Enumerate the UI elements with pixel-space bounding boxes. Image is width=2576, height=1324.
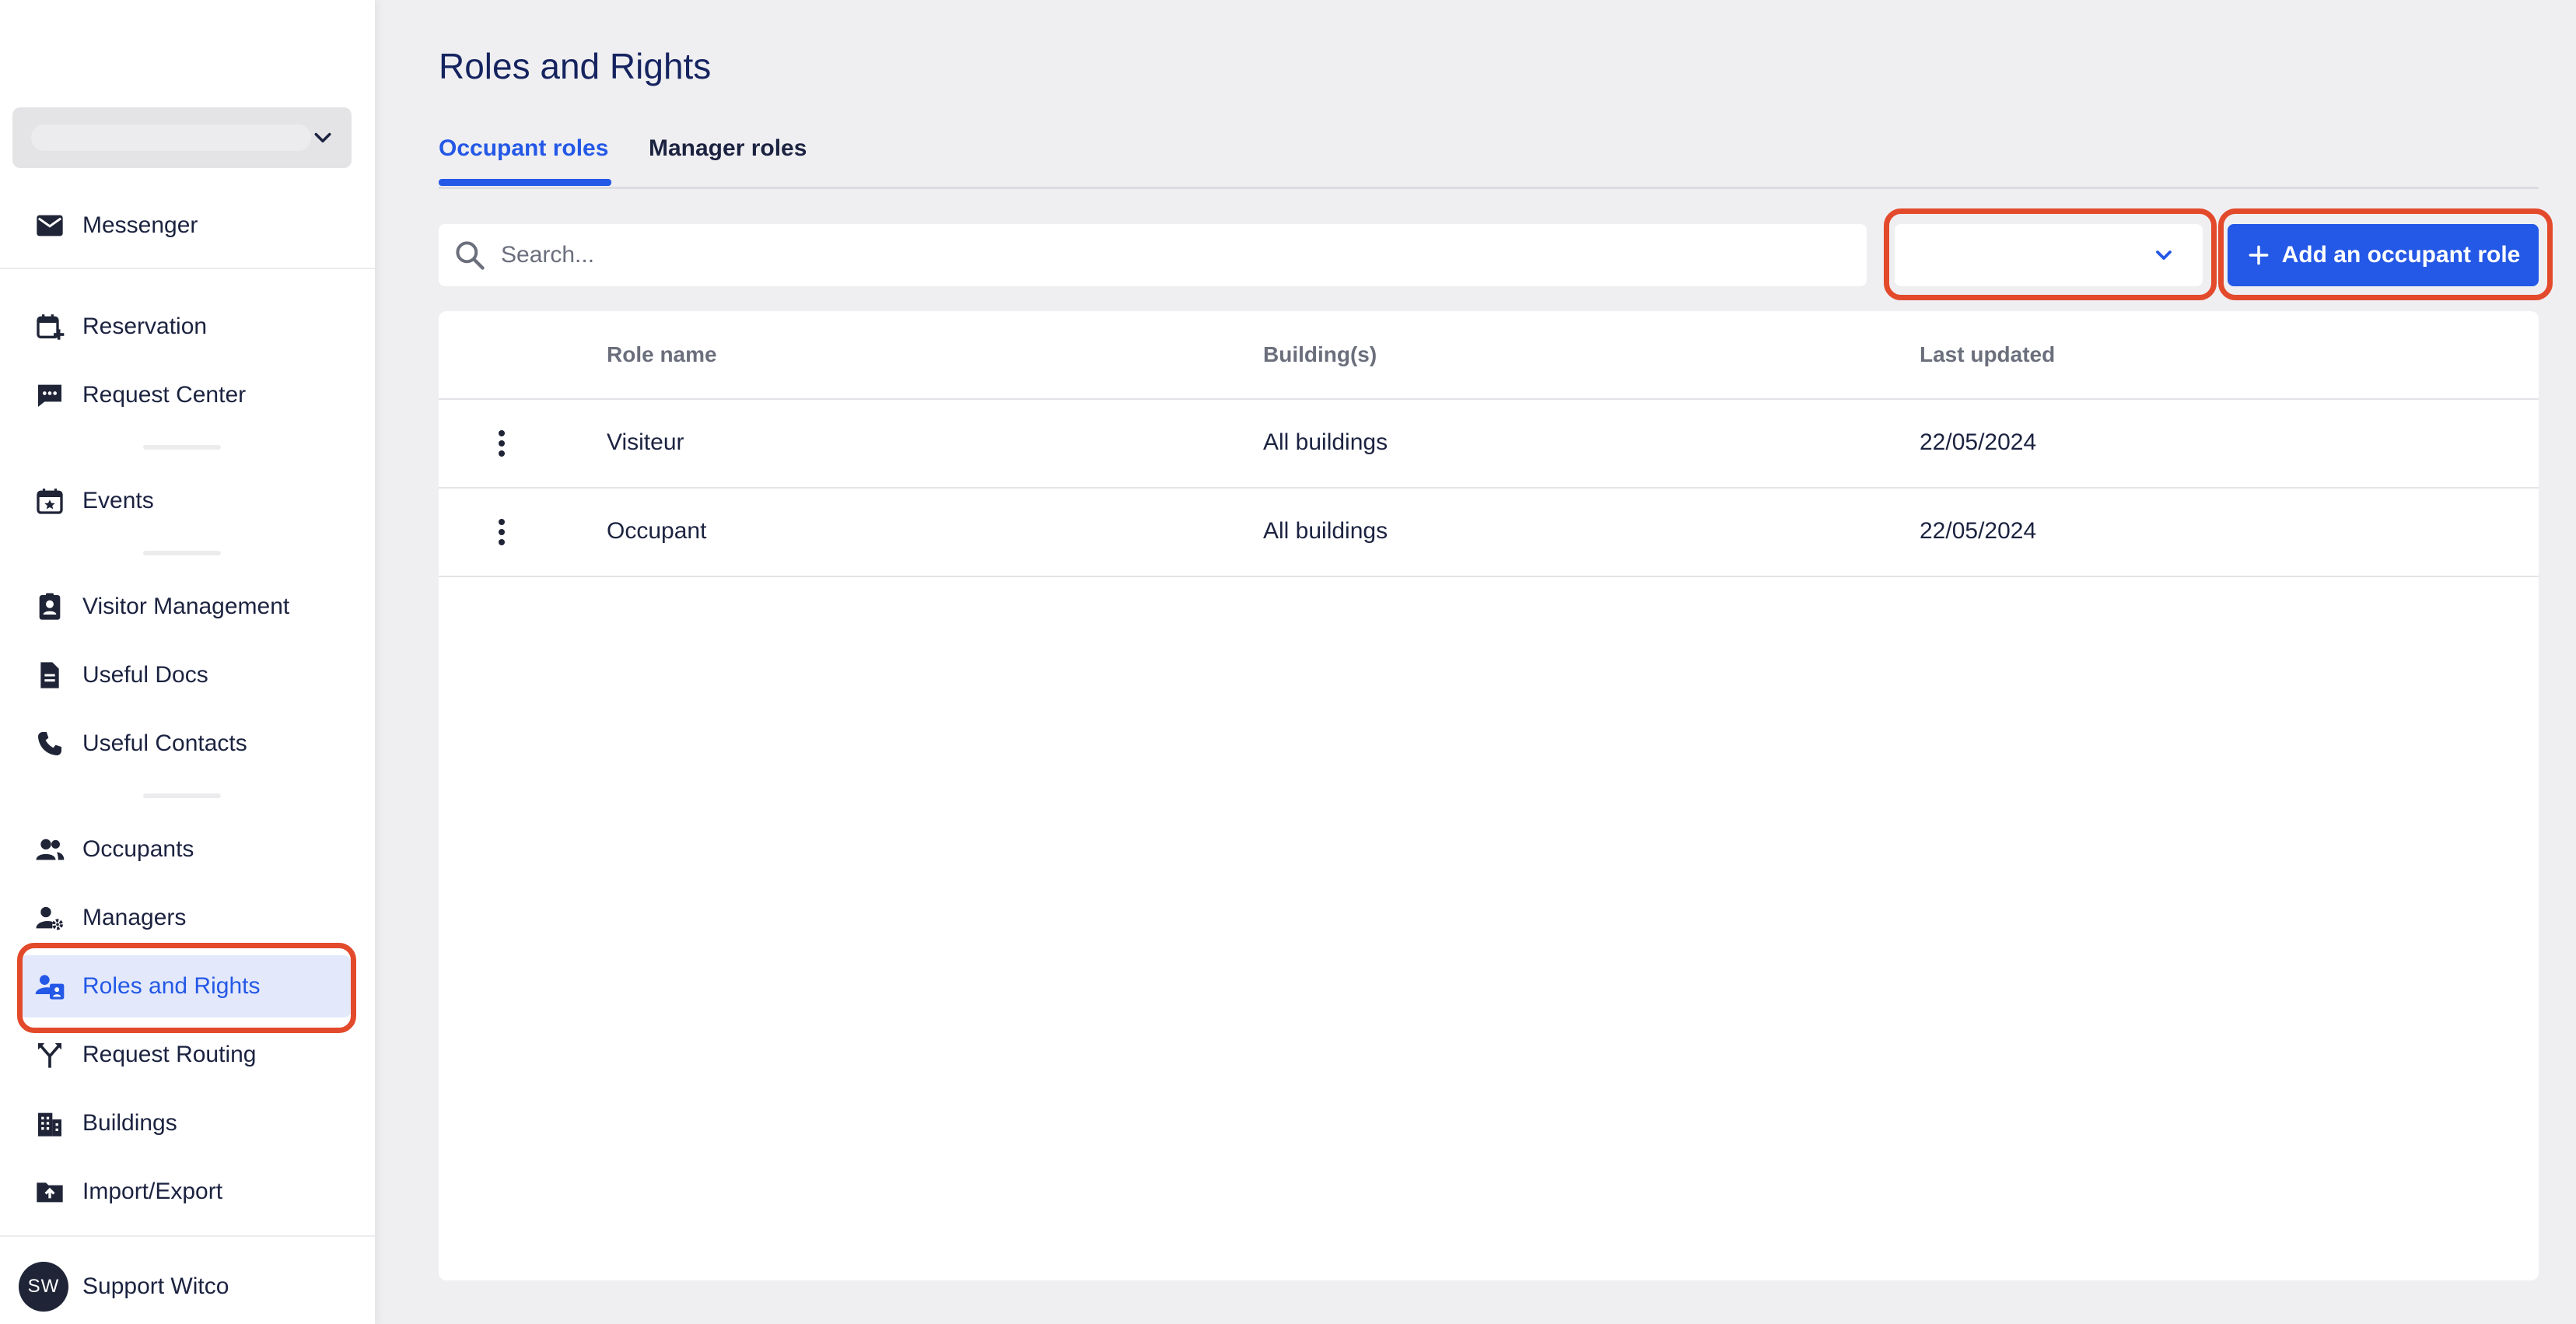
sidebar-item-useful-docs[interactable]: Useful Docs xyxy=(19,644,352,706)
column-header-last-updated[interactable]: Last updated xyxy=(1920,342,2055,367)
visitor-badge-icon xyxy=(33,590,67,624)
tab-occupant-roles[interactable]: Occupant roles xyxy=(439,135,608,162)
roles-table: Role name Building(s) Last updated Visit… xyxy=(439,311,2539,1280)
active-tab-indicator xyxy=(439,179,611,186)
sidebar-item-label: Request Routing xyxy=(82,1042,257,1067)
tab-manager-roles[interactable]: Manager roles xyxy=(649,135,807,162)
cell-buildings: All buildings xyxy=(1263,429,1388,455)
table-header: Role name Building(s) Last updated xyxy=(439,311,2539,400)
sidebar-item-label: Buildings xyxy=(82,1110,177,1136)
sidebar-item-visitor-management[interactable]: Visitor Management xyxy=(19,576,352,638)
tab-bar: Occupant roles Manager roles xyxy=(439,131,2539,189)
sidebar-item-roles-and-rights[interactable]: Roles and Rights xyxy=(19,955,352,1018)
organization-select[interactable] xyxy=(12,107,352,168)
calendar-plus-icon xyxy=(33,310,67,344)
sidebar-item-buildings[interactable]: Buildings xyxy=(19,1092,352,1154)
envelope-icon xyxy=(33,208,67,243)
cell-buildings: All buildings xyxy=(1263,518,1388,544)
sidebar-item-messenger[interactable]: Messenger xyxy=(19,194,352,257)
nav-divider xyxy=(0,1235,375,1237)
sidebar-item-import-export[interactable]: Import/Export xyxy=(19,1161,352,1223)
column-header-role-name[interactable]: Role name xyxy=(607,342,717,367)
search-input[interactable] xyxy=(499,241,1825,269)
sidebar-item-label: Messenger xyxy=(82,212,198,238)
sidebar-item-events[interactable]: Events xyxy=(19,470,352,532)
user-profile[interactable]: SW Support Witco xyxy=(19,1257,229,1316)
sidebar-item-label: Useful Contacts xyxy=(82,730,247,756)
avatar: SW xyxy=(19,1262,68,1312)
sidebar-item-reservation[interactable]: Reservation xyxy=(19,296,352,358)
cell-role-name: Visiteur xyxy=(607,429,684,455)
document-icon xyxy=(33,658,67,692)
page-title: Roles and Rights xyxy=(439,46,712,86)
organization-select-placeholder xyxy=(31,124,311,151)
search-icon xyxy=(456,241,485,270)
routing-icon xyxy=(33,1038,67,1072)
building-filter-select[interactable] xyxy=(1895,224,2203,286)
cell-role-name: Occupant xyxy=(607,518,707,544)
sidebar: Messenger Reservation Request Center Eve… xyxy=(0,0,375,1324)
sidebar-item-label: Managers xyxy=(82,905,187,930)
calendar-star-icon xyxy=(33,484,67,518)
table-row[interactable]: Occupant All buildings 22/05/2024 xyxy=(439,489,2539,577)
sidebar-item-occupants[interactable]: Occupants xyxy=(19,818,352,881)
search-box[interactable] xyxy=(439,224,1867,286)
sidebar-item-label: Useful Docs xyxy=(82,662,208,688)
chevron-down-icon xyxy=(2156,250,2172,260)
table-row[interactable]: Visiteur All buildings 22/05/2024 xyxy=(439,400,2539,489)
sidebar-item-managers[interactable]: Managers xyxy=(19,887,352,949)
section-separator xyxy=(143,445,221,450)
people-icon xyxy=(33,832,67,867)
phone-icon xyxy=(33,727,67,761)
chat-dots-icon xyxy=(33,378,67,412)
add-occupant-role-button[interactable]: Add an occupant role xyxy=(2228,224,2539,286)
sidebar-item-label: Reservation xyxy=(82,313,208,339)
cell-last-updated: 22/05/2024 xyxy=(1920,429,2037,455)
user-name: Support Witco xyxy=(82,1273,229,1299)
sidebar-item-request-center[interactable]: Request Center xyxy=(19,364,352,426)
section-separator xyxy=(143,793,221,798)
sidebar-item-useful-contacts[interactable]: Useful Contacts xyxy=(19,713,352,775)
column-header-buildings[interactable]: Building(s) xyxy=(1263,342,1377,367)
plus-icon xyxy=(2246,243,2271,268)
cell-last-updated: 22/05/2024 xyxy=(1920,518,2037,544)
sidebar-item-label: Occupants xyxy=(82,836,194,862)
section-separator xyxy=(143,551,221,555)
add-button-label: Add an occupant role xyxy=(2281,242,2521,268)
building-icon xyxy=(33,1106,67,1140)
sidebar-item-request-routing[interactable]: Request Routing xyxy=(19,1024,352,1086)
more-options-icon[interactable] xyxy=(490,517,513,548)
sidebar-item-label: Events xyxy=(82,488,154,513)
sidebar-item-label: Import/Export xyxy=(82,1179,223,1204)
user-gear-icon xyxy=(33,901,67,935)
roles-icon xyxy=(33,969,67,1004)
sidebar-item-label: Roles and Rights xyxy=(82,973,261,999)
sidebar-item-label: Request Center xyxy=(82,382,247,408)
import-export-icon xyxy=(33,1175,67,1209)
chevron-down-icon xyxy=(314,132,331,143)
nav-divider xyxy=(0,268,375,269)
sidebar-item-label: Visitor Management xyxy=(82,594,290,619)
more-options-icon[interactable] xyxy=(490,428,513,459)
